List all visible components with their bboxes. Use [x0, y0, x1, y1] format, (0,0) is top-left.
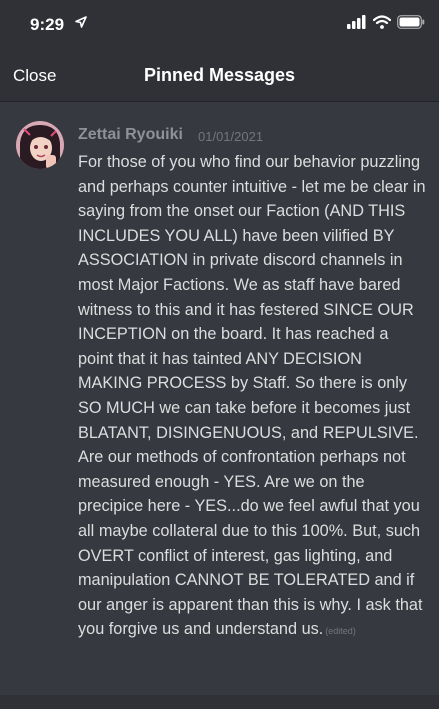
bottom-strip	[0, 695, 439, 709]
edited-label: (edited)	[325, 626, 356, 637]
status-icons	[347, 14, 425, 34]
signal-icon	[347, 14, 367, 34]
page-title: Pinned Messages	[143, 65, 296, 85]
author-name[interactable]: Zettai Ryouiki	[78, 126, 183, 144]
pinned-message[interactable]: Zettai Ryouiki 01/01/2021 For those of y…	[0, 103, 439, 695]
message-content: For those of you who find our behavior p…	[78, 150, 426, 644]
location-arrow-icon	[74, 15, 88, 29]
wifi-icon	[372, 14, 392, 34]
status-time: 9:29	[30, 15, 65, 34]
message-text: For those of you who find our behavior p…	[78, 153, 426, 639]
timestamp: 01/01/2021	[198, 129, 264, 144]
avatar[interactable]	[16, 121, 64, 169]
header: Close Pinned Messages	[0, 50, 439, 102]
status-bar: 9:29	[0, 0, 439, 50]
battery-icon	[397, 14, 425, 34]
